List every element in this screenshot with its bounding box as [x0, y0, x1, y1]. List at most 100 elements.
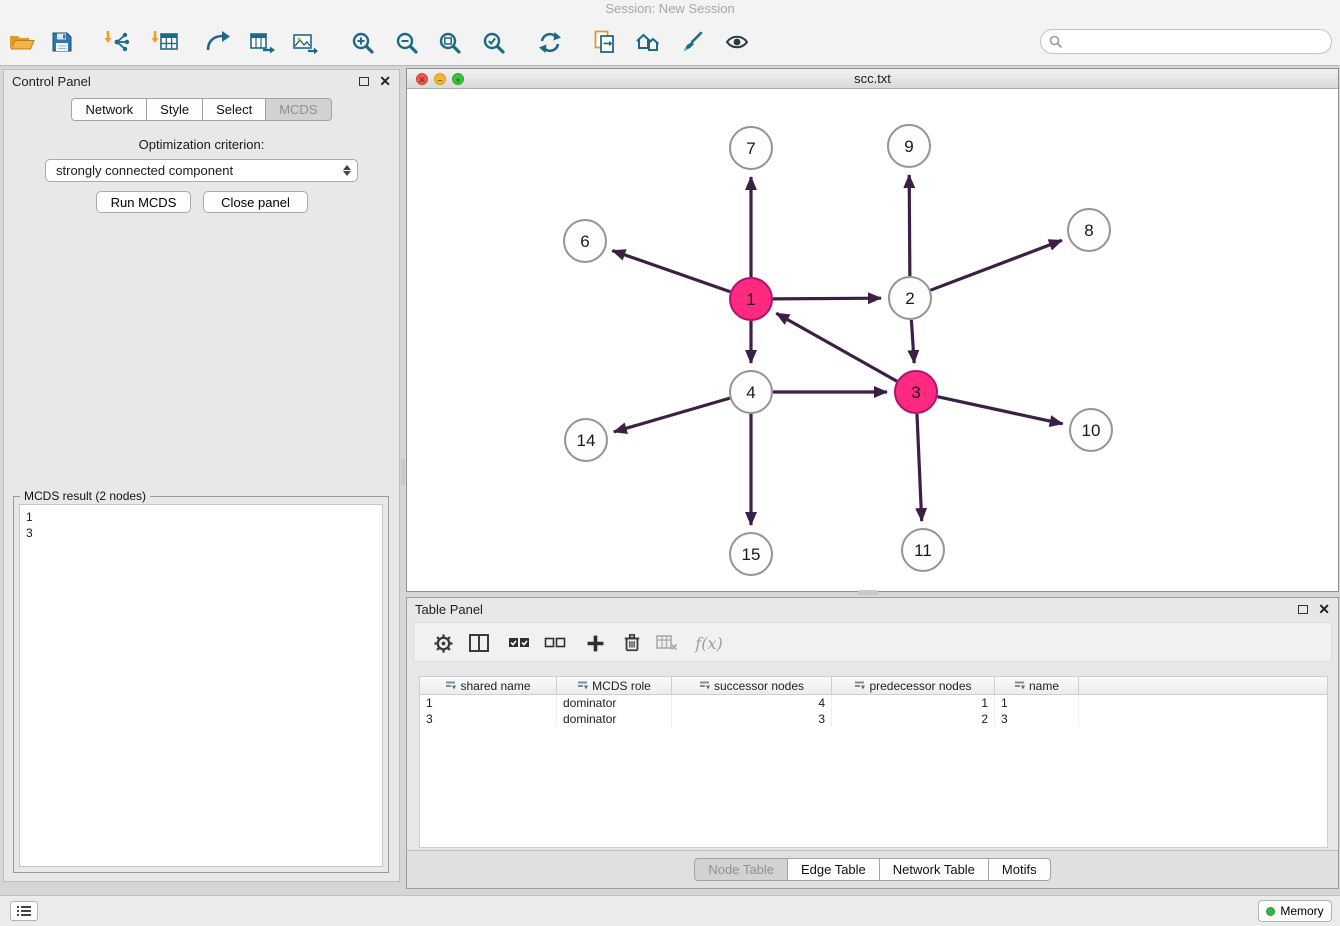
column-header-predecessor-nodes[interactable]: predecessor nodes: [832, 677, 995, 694]
memory-status-icon: [1266, 907, 1275, 916]
zoom-fit-button[interactable]: [429, 24, 469, 60]
zoom-selected-button[interactable]: [473, 24, 513, 60]
refresh-icon: [538, 31, 562, 54]
add-column-button[interactable]: [582, 631, 608, 655]
table-cell[interactable]: 1: [995, 695, 1079, 711]
graph-edge-3-11[interactable]: [917, 414, 922, 521]
graph-edge-1-2[interactable]: [773, 298, 881, 299]
open-session-button[interactable]: [2, 24, 42, 60]
table-cell[interactable]: 4: [672, 695, 832, 711]
mcds-result-list[interactable]: 1 3: [19, 504, 383, 867]
table-cell[interactable]: dominator: [557, 711, 672, 727]
graph-node-9[interactable]: 9: [888, 125, 930, 167]
delete-column-button[interactable]: [619, 631, 645, 655]
graph-node-label: 11: [914, 541, 932, 560]
graph-node-2[interactable]: 2: [889, 277, 931, 319]
search-box[interactable]: [1040, 29, 1332, 54]
graph-node-3[interactable]: 3: [895, 371, 937, 413]
table-row[interactable]: 3dominator323: [420, 711, 1327, 727]
zoom-out-button[interactable]: [386, 24, 426, 60]
graph-node-14[interactable]: 14: [565, 419, 607, 461]
control-tab-style[interactable]: Style: [147, 98, 203, 121]
show-graphics-details-button[interactable]: [628, 24, 668, 60]
graph-edge-2-3[interactable]: [911, 320, 914, 363]
control-tab-select[interactable]: Select: [203, 98, 266, 121]
deselect-all-rows-button[interactable]: [542, 631, 568, 655]
import-table-button[interactable]: [145, 24, 185, 60]
network-graph[interactable]: 7 9 6 8 1 2 4 3 14 10 15 11: [407, 89, 1338, 592]
zoom-window-button[interactable]: +: [452, 73, 464, 85]
close-table-panel-icon[interactable]: ✕: [1318, 604, 1330, 614]
network-window-titlebar[interactable]: scc.txt ✕ – +: [407, 69, 1338, 89]
select-all-rows-button[interactable]: [506, 631, 532, 655]
graph-edge-4-14[interactable]: [614, 398, 730, 432]
export-network-button[interactable]: [198, 24, 238, 60]
graph-edge-3-10[interactable]: [937, 397, 1062, 424]
window-list-button[interactable]: [10, 901, 38, 921]
zoom-fit-icon: [438, 31, 461, 54]
float-table-panel-icon[interactable]: [1298, 605, 1308, 614]
graph-node-7[interactable]: 7: [730, 127, 772, 169]
column-sort-icon: [577, 680, 588, 691]
table-cell[interactable]: 3: [672, 711, 832, 727]
close-window-button[interactable]: ✕: [416, 73, 428, 85]
export-image-button[interactable]: [285, 24, 325, 60]
trash-icon: [622, 633, 642, 653]
optimization-criterion-select[interactable]: strongly connected component: [45, 159, 358, 182]
run-mcds-button[interactable]: Run MCDS: [96, 191, 191, 213]
search-input[interactable]: [1068, 34, 1323, 49]
export-table-button[interactable]: [242, 24, 282, 60]
toggle-visibility-button[interactable]: [717, 24, 757, 60]
graph-node-8[interactable]: 8: [1068, 209, 1110, 251]
column-header-name[interactable]: name: [995, 677, 1079, 694]
table-cell[interactable]: 3: [995, 711, 1079, 727]
table-cell[interactable]: 1: [832, 695, 995, 711]
save-session-button[interactable]: [42, 24, 82, 60]
graph-node-10[interactable]: 10: [1070, 409, 1112, 451]
float-control-panel-icon[interactable]: [359, 77, 369, 86]
delete-table-button[interactable]: [654, 631, 680, 655]
table-settings-button[interactable]: [430, 631, 456, 655]
table-cell[interactable]: 2: [832, 711, 995, 727]
close-control-panel-icon[interactable]: ✕: [379, 76, 391, 86]
column-header-MCDS-role[interactable]: MCDS role: [557, 677, 672, 694]
table-cell[interactable]: dominator: [557, 695, 672, 711]
show-columns-button[interactable]: [466, 631, 492, 655]
graph-edge-2-8[interactable]: [931, 240, 1062, 290]
divider-grip-horizontal[interactable]: [858, 590, 878, 595]
import-network-button[interactable]: [98, 24, 138, 60]
control-tab-network[interactable]: Network: [71, 98, 147, 121]
table-cell[interactable]: 3: [420, 711, 557, 727]
table-tab-node-table[interactable]: Node Table: [694, 858, 788, 881]
paint-style-button[interactable]: [672, 24, 712, 60]
graph-node-15[interactable]: 15: [730, 533, 772, 575]
graph-edge-1-6[interactable]: [612, 251, 730, 292]
graph-node-4[interactable]: 4: [730, 371, 772, 413]
control-tab-mcds[interactable]: MCDS: [266, 98, 331, 121]
minimize-window-button[interactable]: –: [434, 73, 446, 85]
divider-grip-vertical[interactable]: [401, 459, 405, 485]
refresh-view-button[interactable]: [530, 24, 570, 60]
gear-icon: [433, 633, 454, 654]
network-canvas[interactable]: 7 9 6 8 1 2 4 3 14 10 15 11: [407, 89, 1338, 591]
optimization-criterion-label: Optimization criterion:: [4, 137, 399, 152]
graph-node-label: 4: [746, 383, 755, 402]
table-tab-edge-table[interactable]: Edge Table: [788, 858, 880, 881]
copy-view-button[interactable]: [585, 24, 625, 60]
column-header-successor-nodes[interactable]: successor nodes: [672, 677, 832, 694]
table-tab-network-table[interactable]: Network Table: [880, 858, 989, 881]
function-builder-button[interactable]: f(x): [692, 631, 726, 655]
table-cell[interactable]: 1: [420, 695, 557, 711]
close-panel-button[interactable]: Close panel: [203, 191, 308, 213]
graph-node-6[interactable]: 6: [564, 220, 606, 262]
graph-node-11[interactable]: 11: [902, 529, 944, 571]
table-tab-motifs[interactable]: Motifs: [989, 858, 1051, 881]
table-row[interactable]: 1dominator411: [420, 695, 1327, 711]
graph-edge-3-1[interactable]: [776, 313, 897, 381]
memory-button[interactable]: Memory: [1258, 900, 1332, 922]
graph-edge-2-9[interactable]: [909, 175, 910, 276]
table-tabs-strip: Node TableEdge TableNetwork TableMotifs: [407, 850, 1338, 888]
zoom-in-button[interactable]: [342, 24, 382, 60]
column-header-shared-name[interactable]: shared name: [420, 677, 557, 694]
graph-node-1[interactable]: 1: [730, 278, 772, 320]
